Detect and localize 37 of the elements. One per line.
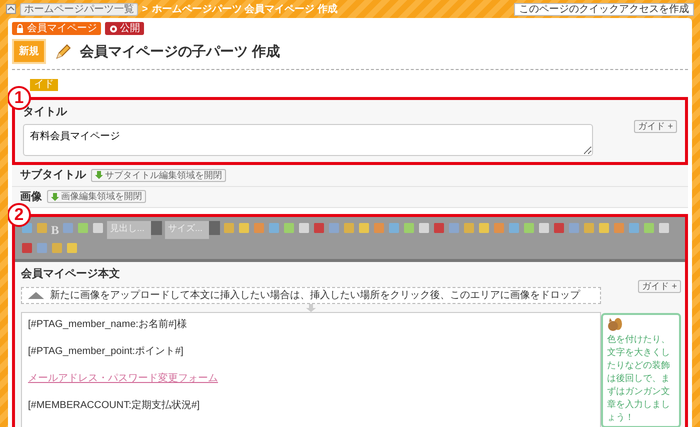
editor-link[interactable]: メールアドレス・パスワード変更フォーム	[28, 372, 218, 384]
upload-icon	[26, 290, 46, 300]
toolbar-icon[interactable]	[92, 221, 104, 235]
lock-icon	[16, 24, 25, 34]
new-badge: 新規	[12, 39, 46, 64]
editor-text: [#PTAG_member_point:ポイント#]	[28, 346, 184, 357]
status-badge: 会員マイページ	[12, 22, 101, 35]
pencil-icon	[54, 42, 72, 60]
subtitle-label: サブタイトル	[20, 168, 86, 183]
quick-access-button[interactable]: このページのクイックアクセスを作成	[514, 2, 694, 16]
toolbar-icon[interactable]	[538, 221, 550, 235]
down-arrow-icon	[95, 171, 103, 180]
title-field[interactable]: 有料会員マイページ	[23, 124, 593, 156]
toggle-button[interactable]: サブタイトル編集領域を開閉	[91, 168, 226, 182]
guide-button[interactable]: ガイド +	[638, 280, 681, 293]
down-arrow-icon	[51, 192, 59, 201]
down-arrow-icon	[306, 304, 316, 312]
toggle-button[interactable]: 画像編集領域を開閉	[47, 190, 146, 204]
home-icon[interactable]	[6, 4, 16, 14]
body-label: 会員マイページ本文	[21, 266, 121, 282]
toolbar-icon[interactable]	[658, 221, 670, 235]
target-icon	[109, 24, 118, 34]
editor-area[interactable]: [#PTAG_member_name:お名前#]様 [#PTAG_member_point:ポイント#] メールアドレス・パスワード変更フォーム [#MEMBERACCOUNT:定期支払状況#]	[21, 312, 601, 427]
editor-text: [#PTAG_member_name:お名前#]様	[28, 318, 187, 330]
guide-button[interactable]: ガイド +	[634, 120, 677, 133]
breadcrumb-current: ホームページパーツ 会員マイページ 作成	[152, 2, 338, 16]
image-label: 画像	[20, 190, 42, 204]
annotation-number: 2	[8, 203, 31, 227]
toolbar-icon[interactable]	[298, 221, 310, 235]
image-drop-area[interactable]: 新たに画像をアップロードして本文に挿入したい場合は、挿入したい場所をクリック後、このエリアに画像をドロップ	[21, 286, 601, 304]
status-badge: 公開	[105, 22, 144, 35]
editor-text: [#MEMBERACCOUNT:定期支払状況#]	[28, 400, 200, 411]
tip-text: 色を付けたり、文字を大きくしたりなどの装飾は後回しで、まずはガンガン文章を入力しましょう！	[607, 333, 671, 424]
breadcrumb-link[interactable]: ホームページパーツ一覧	[20, 2, 138, 16]
page-title: 会員マイページの子パーツ 作成	[80, 43, 280, 60]
toolbar-icon[interactable]	[418, 221, 430, 235]
breadcrumb-separator: >	[142, 2, 148, 16]
